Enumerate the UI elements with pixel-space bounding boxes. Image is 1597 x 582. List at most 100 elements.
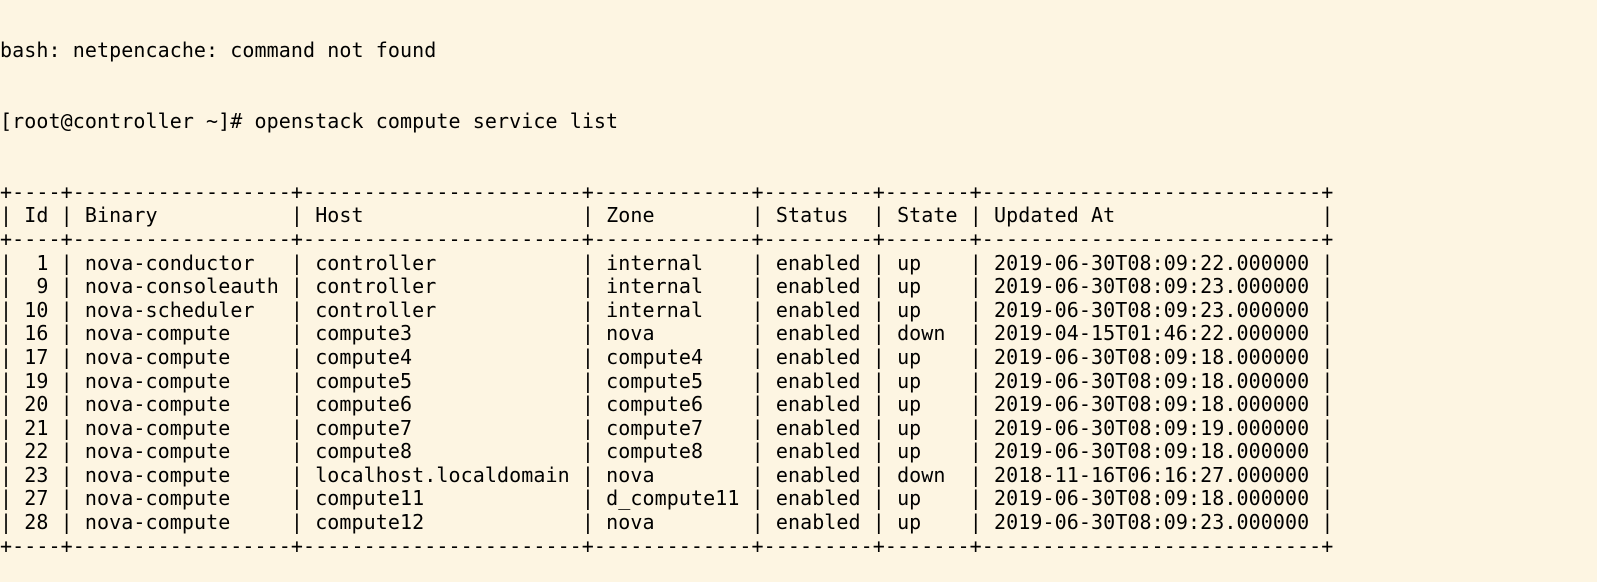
table-row: | 19 | nova-compute | compute5 | compute… [0, 368, 1334, 393]
cell-zone: internal [606, 274, 740, 299]
cell-status: enabled [775, 368, 861, 393]
cell-updated-at: 2019-06-30T08:09:18.000000 [994, 439, 1310, 464]
cell-state: down [897, 462, 958, 487]
header-cell-status: Status [775, 203, 861, 228]
cell-host: compute12 [315, 510, 570, 535]
cell-id: 17 [24, 344, 49, 369]
cell-state: up [897, 415, 958, 440]
cell-state: up [897, 486, 958, 511]
cell-status: enabled [775, 439, 861, 464]
cell-id: 28 [24, 510, 49, 535]
cell-host: compute5 [315, 368, 570, 393]
shell-prompt: [root@controller ~]# [0, 108, 255, 133]
cell-status: enabled [775, 274, 861, 299]
cell-host: compute4 [315, 344, 570, 369]
cell-id: 16 [24, 321, 49, 346]
cell-binary: nova-compute [84, 510, 279, 535]
cell-updated-at: 2019-06-30T08:09:18.000000 [994, 344, 1310, 369]
header-cell-host: Host [315, 203, 570, 228]
cell-state: up [897, 392, 958, 417]
cell-zone: compute7 [606, 415, 740, 440]
table-row: | 17 | nova-compute | compute4 | compute… [0, 344, 1334, 369]
cell-state: up [897, 297, 958, 322]
cell-updated-at: 2019-06-30T08:09:22.000000 [994, 250, 1310, 275]
cell-zone: compute5 [606, 368, 740, 393]
cell-status: enabled [775, 392, 861, 417]
cell-host: controller [315, 250, 570, 275]
cell-status: enabled [775, 510, 861, 535]
table-row: | 27 | nova-compute | compute11 | d_comp… [0, 486, 1334, 511]
table-border-header: +----+------------------+---------------… [0, 226, 1334, 251]
table-row: | 1 | nova-conductor | controller | inte… [0, 250, 1334, 275]
cell-state: up [897, 439, 958, 464]
cell-host: compute11 [315, 486, 570, 511]
cell-binary: nova-compute [84, 392, 279, 417]
cell-updated-at: 2019-06-30T08:09:18.000000 [994, 486, 1310, 511]
terminal-output: bash: netpencache: command not found [ro… [0, 0, 1333, 582]
table-row: | 20 | nova-compute | compute6 | compute… [0, 392, 1334, 417]
cell-host: compute3 [315, 321, 570, 346]
cell-updated-at: 2019-06-30T08:09:19.000000 [994, 415, 1310, 440]
cell-binary: nova-compute [84, 415, 279, 440]
cell-status: enabled [775, 250, 861, 275]
table-border-top: +----+------------------+---------------… [0, 179, 1334, 204]
cell-updated-at: 2018-11-16T06:16:27.000000 [994, 462, 1310, 487]
cell-updated-at: 2019-06-30T08:09:23.000000 [994, 297, 1310, 322]
table-row: | 10 | nova-scheduler | controller | int… [0, 297, 1334, 322]
cell-updated-at: 2019-06-30T08:09:18.000000 [994, 392, 1310, 417]
header-cell-updated-at: Updated At [994, 203, 1310, 228]
table-row: | 23 | nova-compute | localhost.localdom… [0, 462, 1334, 487]
header-cell-binary: Binary [84, 203, 279, 228]
cell-zone: internal [606, 250, 740, 275]
cell-host: controller [315, 274, 570, 299]
cell-state: up [897, 344, 958, 369]
cell-status: enabled [775, 462, 861, 487]
cell-host: localhost.localdomain [315, 462, 570, 487]
cell-id: 23 [24, 462, 49, 487]
cell-binary: nova-scheduler [84, 297, 279, 322]
cell-zone: internal [606, 297, 740, 322]
cell-binary: nova-compute [84, 321, 279, 346]
cell-id: 27 [24, 486, 49, 511]
cell-host: compute8 [315, 439, 570, 464]
header-cell-id: Id [24, 203, 49, 228]
cell-state: down [897, 321, 958, 346]
cell-state: up [897, 274, 958, 299]
cell-status: enabled [775, 486, 861, 511]
table-row: | 21 | nova-compute | compute7 | compute… [0, 415, 1334, 440]
previous-output-line: bash: netpencache: command not found [0, 38, 437, 63]
table-row: | 16 | nova-compute | compute3 | nova | … [0, 321, 1334, 346]
table-header-row: | Id | Binary | Host | Zone | Status | S… [0, 203, 1334, 228]
cell-zone: compute8 [606, 439, 740, 464]
cell-id: 1 [24, 250, 49, 275]
cell-id: 20 [24, 392, 49, 417]
cell-status: enabled [775, 344, 861, 369]
cell-binary: nova-compute [84, 368, 279, 393]
table-row: | 9 | nova-consoleauth | controller | in… [0, 274, 1334, 299]
cell-updated-at: 2019-06-30T08:09:23.000000 [994, 510, 1310, 535]
service-table: +----+------------------+---------------… [0, 179, 1334, 559]
cell-zone: nova [606, 462, 740, 487]
cell-state: up [897, 368, 958, 393]
header-cell-state: State [897, 203, 958, 228]
cell-host: controller [315, 297, 570, 322]
cell-updated-at: 2019-06-30T08:09:23.000000 [994, 274, 1310, 299]
cell-id: 19 [24, 368, 49, 393]
command-text: openstack compute service list [254, 108, 619, 133]
cell-status: enabled [775, 415, 861, 440]
cell-zone: d_compute11 [606, 486, 740, 511]
cell-binary: nova-consoleauth [84, 274, 279, 299]
cell-status: enabled [775, 321, 861, 346]
cell-state: up [897, 250, 958, 275]
cell-state: up [897, 510, 958, 535]
cell-updated-at: 2019-06-30T08:09:18.000000 [994, 368, 1310, 393]
cell-zone: compute4 [606, 344, 740, 369]
cell-binary: nova-conductor [84, 250, 279, 275]
cell-zone: nova [606, 510, 740, 535]
cell-zone: compute6 [606, 392, 740, 417]
cell-status: enabled [775, 297, 861, 322]
cell-id: 9 [24, 274, 49, 299]
table-row: | 28 | nova-compute | compute12 | nova |… [0, 510, 1334, 535]
cell-binary: nova-compute [84, 344, 279, 369]
cell-id: 10 [24, 297, 49, 322]
